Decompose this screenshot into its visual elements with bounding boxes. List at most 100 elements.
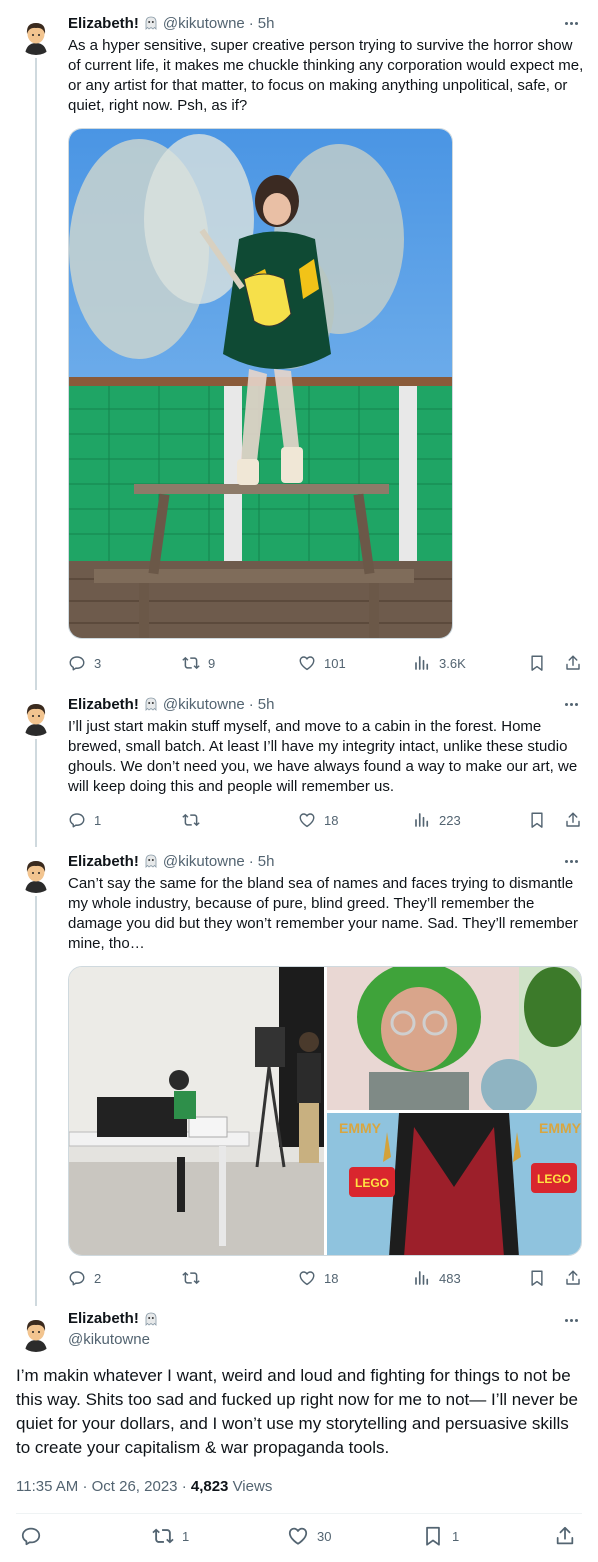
reply-button[interactable]: 2 (68, 1268, 101, 1288)
reply-button[interactable]: 1 (68, 810, 101, 830)
tweet-date[interactable]: Oct 26, 2023 (92, 1478, 178, 1495)
views-button[interactable]: 483 (413, 1268, 461, 1288)
bookmark-button[interactable]: 1 (422, 1524, 459, 1548)
reply-icon (69, 1271, 85, 1286)
reply-button[interactable]: 3 (68, 653, 101, 673)
author-name-row: Elizabeth! (68, 1310, 159, 1327)
tweet-text: I’ll just start makin stuff myself, and … (68, 718, 578, 795)
heart-icon (299, 656, 315, 671)
more-options-button[interactable] (562, 853, 580, 869)
author-handle[interactable]: @kikutowne (163, 696, 245, 713)
reply-count: 2 (94, 1270, 102, 1286)
divider (16, 1513, 582, 1514)
share-button[interactable] (564, 1268, 582, 1288)
like-count: 18 (324, 812, 339, 828)
tweet-2[interactable]: Elizabeth! @kikutowne · 5h I’ll just sta… (0, 694, 598, 834)
like-count: 101 (324, 655, 346, 671)
repost-icon (182, 656, 200, 670)
reply-icon (21, 1527, 41, 1546)
tweet-text: Can’t say the same for the bland sea of … (68, 875, 578, 952)
more-options-button[interactable] (562, 696, 580, 712)
bookmark-icon (426, 1526, 440, 1546)
repost-button[interactable] (182, 810, 208, 830)
bookmark-button[interactable] (528, 810, 546, 830)
ghost-emoji-icon (143, 1311, 159, 1327)
views-count: 4,823 (190, 1478, 229, 1495)
like-button[interactable]: 18 (298, 1268, 338, 1288)
like-button[interactable]: 18 (298, 810, 338, 830)
author-handle[interactable]: @kikutowne (68, 1331, 150, 1348)
tweet-time[interactable]: 5h (258, 853, 275, 870)
bookmark-icon (531, 655, 543, 671)
photo-office-set[interactable] (69, 967, 324, 1256)
views-button[interactable]: 3.6K (413, 653, 466, 673)
bookmark-button[interactable] (528, 653, 546, 673)
repost-count: 9 (208, 655, 216, 671)
main-tweet-actions: 1 30 1 (16, 1524, 582, 1548)
tweet-1[interactable]: Elizabeth! @kikutowne · 5h As a hyper se… (0, 13, 598, 683)
more-options-button[interactable] (562, 15, 580, 31)
tweet-photo[interactable] (68, 128, 453, 639)
tweet-3[interactable]: Elizabeth! @kikutowne · 5h Can’t say the… (0, 851, 598, 1296)
tweet-time[interactable]: 5h (258, 15, 275, 32)
like-count: 18 (324, 1270, 339, 1286)
ghost-emoji-icon (143, 696, 159, 712)
share-button[interactable] (564, 653, 582, 673)
ghost-emoji-icon (143, 15, 159, 31)
repost-icon (182, 813, 200, 827)
tweet-actions: 2 18 483 (68, 1268, 584, 1288)
emmy-banner-left: EMMY (339, 1120, 382, 1136)
like-button[interactable]: 101 (298, 653, 346, 673)
tweet-metadata: 11:35 AM · Oct 26, 2023 · 4,823 Views (16, 1478, 272, 1495)
repost-button[interactable]: 1 (152, 1524, 189, 1548)
author-handle[interactable]: @kikutowne (163, 853, 245, 870)
author-name[interactable]: Elizabeth! (68, 1310, 139, 1327)
tweet-header: Elizabeth! @kikutowne · 5h (68, 13, 274, 33)
avatar-image (16, 1312, 56, 1352)
tweet-photo-grid: EMMY EMMY LEGO LEGO (68, 966, 582, 1256)
views-count: 3.6K (439, 655, 466, 671)
author-name[interactable]: Elizabeth! (68, 853, 139, 870)
emmy-banner-right: EMMY (539, 1120, 582, 1136)
tweet-header: Elizabeth! @kikutowne · 5h (68, 851, 274, 871)
avatar[interactable] (16, 696, 56, 736)
separator-dot: · (181, 1478, 191, 1495)
tweet-actions: 3 9 101 3.6K (68, 653, 584, 673)
avatar[interactable] (16, 853, 56, 893)
heart-icon (299, 813, 315, 828)
author-name[interactable]: Elizabeth! (68, 696, 139, 713)
share-button[interactable] (554, 1524, 576, 1548)
photo-green-hood[interactable] (327, 967, 582, 1115)
bookmark-icon (531, 1270, 543, 1286)
reply-count: 3 (94, 655, 102, 671)
photo-guitar-picnic-table (69, 129, 452, 638)
avatar[interactable] (16, 15, 56, 55)
like-button[interactable]: 30 (287, 1524, 331, 1548)
repost-button[interactable]: 9 (182, 653, 215, 673)
share-icon (556, 1526, 574, 1545)
avatar[interactable] (16, 1312, 56, 1352)
heart-icon (299, 1271, 315, 1286)
views-button[interactable]: 223 (413, 810, 461, 830)
views-count: 223 (439, 812, 461, 828)
tweet-time[interactable]: 11:35 AM (16, 1478, 78, 1495)
reply-icon (69, 656, 85, 671)
repost-button[interactable] (182, 1268, 208, 1288)
avatar-image (16, 15, 56, 55)
more-options-button[interactable] (562, 1312, 580, 1328)
author-name[interactable]: Elizabeth! (68, 15, 139, 32)
reply-button[interactable] (20, 1524, 50, 1548)
photo-emmy-awards[interactable]: EMMY EMMY LEGO LEGO (327, 1113, 582, 1256)
share-icon (566, 812, 580, 827)
heart-icon (288, 1527, 308, 1545)
reply-icon (69, 813, 85, 828)
share-icon (566, 655, 580, 670)
bookmark-count: 1 (452, 1528, 460, 1544)
tweet-time[interactable]: 5h (258, 696, 275, 713)
share-button[interactable] (564, 810, 582, 830)
author-handle[interactable]: @kikutowne (163, 15, 245, 32)
share-icon (566, 1270, 580, 1285)
bookmark-button[interactable] (528, 1268, 546, 1288)
views-chart-icon (415, 1271, 429, 1285)
main-tweet: Elizabeth! @kikutowne I’m makin whatever… (0, 1310, 598, 1562)
